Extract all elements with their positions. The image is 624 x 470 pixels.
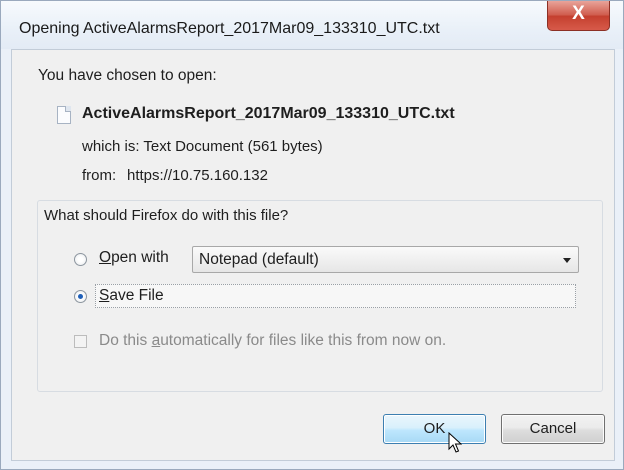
cancel-button[interactable]: Cancel xyxy=(501,414,605,444)
open-with-label[interactable]: Open with xyxy=(99,249,169,267)
close-icon: X xyxy=(572,3,585,24)
save-file-label-rest: ave File xyxy=(109,287,164,304)
save-file-accel: S xyxy=(99,287,110,304)
close-button[interactable]: X xyxy=(547,1,610,31)
auto-label-after: utomatically for files like this from no… xyxy=(160,332,447,349)
from-url: https://10.75.160.132 xyxy=(127,167,268,184)
open-with-radio[interactable] xyxy=(74,253,87,266)
ok-button[interactable]: OK xyxy=(383,414,486,444)
dialog-title: Opening ActiveAlarmsReport_2017Mar09_133… xyxy=(19,20,440,37)
from-label: from: xyxy=(82,167,117,184)
groupbox-legend: What should Firefox do with this file? xyxy=(42,207,291,224)
open-with-app-value: Notepad (default) xyxy=(199,251,319,268)
intro-text: You have chosen to open: xyxy=(38,67,217,84)
chevron-down-icon[interactable] xyxy=(563,258,571,263)
text-document-icon xyxy=(57,106,71,124)
open-with-label-rest: pen with xyxy=(111,249,169,266)
file-name: ActiveAlarmsReport_2017Mar09_133310_UTC.… xyxy=(82,105,455,122)
auto-label-before: Do this xyxy=(99,332,152,349)
open-with-accel: O xyxy=(99,249,112,266)
save-file-focus-rect xyxy=(95,284,576,308)
title-bar[interactable]: Opening ActiveAlarmsReport_2017Mar09_133… xyxy=(1,1,623,49)
save-file-label[interactable]: Save File xyxy=(99,287,164,305)
mouse-pointer-icon xyxy=(448,432,462,453)
file-type-info: which is: Text Document (561 bytes) xyxy=(82,138,323,155)
dialog-body: You have chosen to open: ActiveAlarmsRep… xyxy=(11,49,615,461)
auto-action-checkbox[interactable] xyxy=(74,335,87,348)
save-file-radio[interactable] xyxy=(74,290,87,303)
open-with-app-select[interactable]: Notepad (default) xyxy=(192,246,579,273)
auto-label-accel: a xyxy=(151,332,161,349)
download-dialog: Opening ActiveAlarmsReport_2017Mar09_133… xyxy=(0,0,624,470)
auto-action-label[interactable]: Do this automatically for files like thi… xyxy=(99,332,446,350)
